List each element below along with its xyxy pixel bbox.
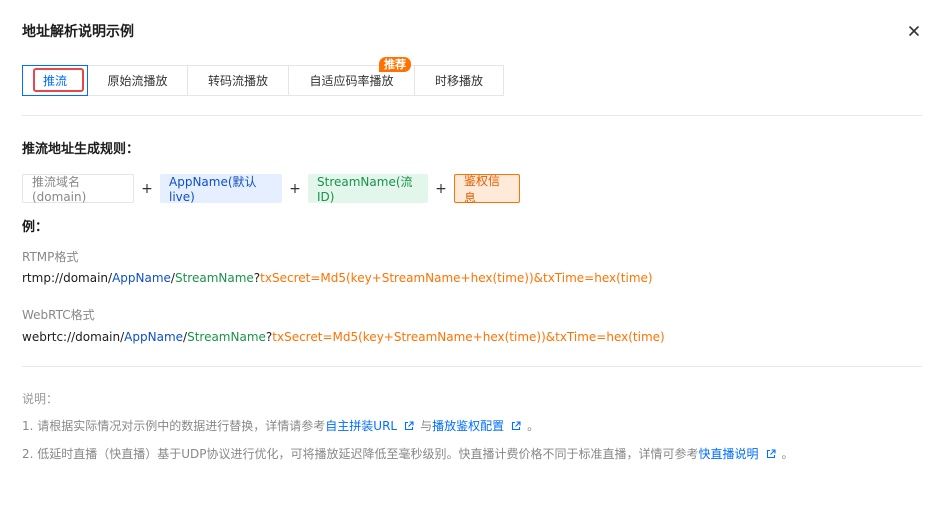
tab-transcode-play[interactable]: 转码流播放 (187, 65, 289, 96)
url-appname: AppName (112, 271, 171, 285)
url-streamname: StreamName (187, 330, 266, 344)
tab-timeshift-play[interactable]: 时移播放 (414, 65, 504, 96)
note-1: 1. 请根据实际情况对示例中的数据进行替换，详情请参考 自主拼装URL 与 播放… (22, 417, 539, 434)
divider (22, 366, 922, 367)
rtmp-format-label: RTMP格式 (22, 250, 79, 264)
external-link-icon[interactable] (766, 448, 776, 459)
tab-bar: 推流 原始流播放 转码流播放 推荐 自适应码率播放 时移播放 (22, 57, 504, 96)
plus-sign: + (289, 180, 301, 197)
recommend-badge: 推荐 (379, 57, 411, 72)
tab-label: 转码流播放 (207, 74, 268, 88)
url-prefix: rtmp://domain/ (22, 271, 113, 285)
webrtc-format-label: WebRTC格式 (22, 308, 95, 322)
tab-label: 自适应码率播放 (309, 74, 394, 88)
rule-streamname-box: StreamName(流ID) (308, 174, 428, 204)
plus-sign: + (435, 180, 447, 197)
fast-live-doc-link[interactable]: 快直播说明 (699, 445, 759, 462)
tab-origin-play[interactable]: 原始流播放 (87, 65, 188, 96)
rule-appname-box: AppName(默认live) (160, 174, 282, 204)
note-2: 2. 低延时直播（快直播）基于UDP协议进行优化，可将播放延迟降低至毫秒级别。快… (22, 445, 794, 462)
note-text: 。 (781, 447, 794, 461)
note-text: 2. 低延时直播（快直播）基于UDP协议进行优化，可将播放延迟降低至毫秒级别。快… (22, 447, 699, 461)
plus-sign: + (141, 180, 153, 197)
url-auth-params: txSecret=Md5(key+StreamName+hex(time))&t… (272, 330, 665, 344)
rule-domain-box: 推流域名(domain) (22, 174, 134, 204)
tab-highlight-box (33, 68, 84, 92)
webrtc-url-example: webrtc://domain/AppName/StreamName?txSec… (22, 330, 665, 344)
play-auth-config-link[interactable]: 播放鉴权配置 (432, 417, 504, 434)
rtmp-url-example: rtmp://domain/AppName/StreamName?txSecre… (22, 271, 653, 285)
tab-label: 时移播放 (434, 74, 483, 88)
notes-heading: 说明： (22, 392, 59, 406)
url-prefix: webrtc://domain/ (22, 330, 125, 344)
note-text: 1. 请根据实际情况对示例中的数据进行替换，详情请参考 (22, 419, 326, 433)
divider (22, 115, 922, 116)
note-text: 。 (527, 419, 540, 433)
dialog-title: 地址解析说明示例 (22, 24, 134, 40)
tab-label: 原始流播放 (107, 74, 168, 88)
url-auth-params: txSecret=Md5(key+StreamName+hex(time))&t… (260, 271, 653, 285)
rule-row: 推流域名(domain) + AppName(默认live) + StreamN… (22, 174, 520, 205)
url-appname: AppName (124, 330, 184, 344)
rule-auth-box: 鉴权信息 (454, 174, 520, 205)
tab-adaptive-play[interactable]: 推荐 自适应码率播放 (288, 57, 415, 96)
note-text: 与 (420, 419, 433, 433)
rule-title: 推流地址生成规则： (22, 142, 140, 157)
close-icon[interactable] (907, 24, 921, 38)
self-assemble-url-link[interactable]: 自主拼装URL (325, 417, 397, 434)
tab-push[interactable]: 推流 (22, 65, 88, 96)
external-link-icon[interactable] (404, 420, 414, 431)
url-streamname: StreamName (174, 271, 254, 285)
example-title: 例： (22, 220, 49, 235)
external-link-icon[interactable] (511, 420, 521, 431)
